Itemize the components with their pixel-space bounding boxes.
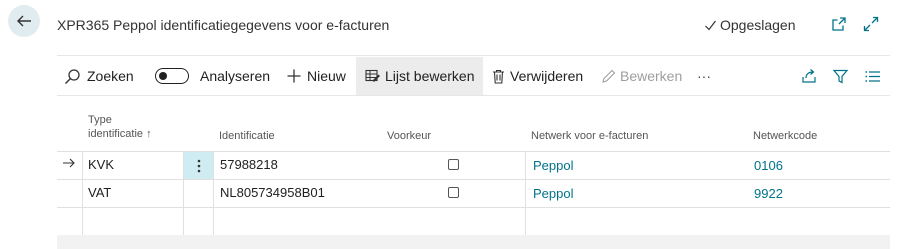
- search-button[interactable]: Zoeken: [64, 57, 134, 95]
- column-header-identification[interactable]: Identificatie: [219, 129, 275, 143]
- plus-icon: [287, 69, 301, 83]
- cell-network-code[interactable]: 0106: [754, 157, 783, 175]
- row-actions-button[interactable]: [184, 152, 213, 179]
- column-header-preference[interactable]: Voorkeur: [387, 129, 431, 143]
- delete-label: Verwijderen: [510, 68, 584, 84]
- arrow-left-icon: [15, 12, 33, 30]
- row-divider: [57, 207, 890, 208]
- preference-checkbox[interactable]: [448, 187, 459, 198]
- delete-button[interactable]: Verwijderen: [492, 57, 583, 95]
- cell-network[interactable]: Peppol: [533, 185, 573, 203]
- cell-type[interactable]: KVK: [88, 156, 114, 174]
- new-label: Nieuw: [307, 68, 346, 84]
- pencil-icon: [601, 69, 616, 84]
- cell-network-code[interactable]: 9922: [754, 185, 783, 203]
- search-icon: [64, 68, 81, 85]
- analyze-toggle[interactable]: Analyseren: [155, 57, 270, 95]
- cell-identification[interactable]: 57988218: [220, 156, 278, 174]
- column-header-network[interactable]: Netwerk voor e-facturen: [531, 129, 648, 143]
- edit-button[interactable]: Bewerken: [601, 57, 682, 95]
- grid-footer: [57, 235, 890, 249]
- column-divider: [525, 151, 526, 235]
- grid-top-divider: [57, 95, 890, 96]
- edit-list-label: Lijst bewerken: [385, 68, 475, 84]
- column-header-network-code[interactable]: Netwerkcode: [753, 129, 817, 143]
- list-view-button[interactable]: [865, 57, 880, 95]
- share-button[interactable]: [801, 57, 817, 95]
- new-button[interactable]: Nieuw: [287, 57, 346, 95]
- share-icon: [801, 68, 817, 84]
- column-header-type-line2: identificatie ↑: [88, 128, 152, 140]
- search-label: Zoeken: [87, 68, 134, 84]
- column-divider: [82, 151, 83, 235]
- trash-icon: [492, 69, 505, 84]
- list-icon: [865, 70, 880, 83]
- toolbar-divider: [57, 55, 890, 56]
- vertical-dots-icon: [197, 159, 201, 173]
- filter-button[interactable]: [833, 57, 848, 95]
- more-label: ···: [697, 68, 711, 84]
- edit-list-button[interactable]: Lijst bewerken: [356, 57, 483, 95]
- cell-identification[interactable]: NL805734958B01: [220, 184, 325, 202]
- row-divider: [57, 151, 890, 152]
- analyze-label: Analyseren: [200, 68, 271, 84]
- column-header-type-line1: Type: [88, 114, 112, 126]
- column-header-type[interactable]: Type identificatie ↑: [88, 113, 152, 141]
- toggle-switch[interactable]: [155, 68, 189, 84]
- open-in-new-window-icon[interactable]: [831, 16, 847, 32]
- preference-checkbox[interactable]: [448, 159, 459, 170]
- edit-label: Bewerken: [620, 68, 683, 84]
- column-divider: [213, 151, 214, 235]
- current-row-arrow-icon: [62, 157, 76, 169]
- save-status-label: Opgeslagen: [720, 17, 796, 33]
- back-button[interactable]: [8, 5, 40, 37]
- page-title: XPR365 Peppol identificatiegegevens voor…: [57, 17, 390, 33]
- more-options-button[interactable]: ···: [697, 57, 711, 95]
- save-status: Opgeslagen: [704, 17, 796, 33]
- edit-list-icon: [365, 68, 381, 84]
- checkmark-icon: [704, 19, 717, 32]
- cell-type[interactable]: VAT: [88, 184, 111, 202]
- row-divider: [57, 179, 890, 180]
- expand-icon[interactable]: [863, 16, 879, 32]
- cell-network[interactable]: Peppol: [533, 157, 573, 175]
- filter-icon: [833, 69, 848, 84]
